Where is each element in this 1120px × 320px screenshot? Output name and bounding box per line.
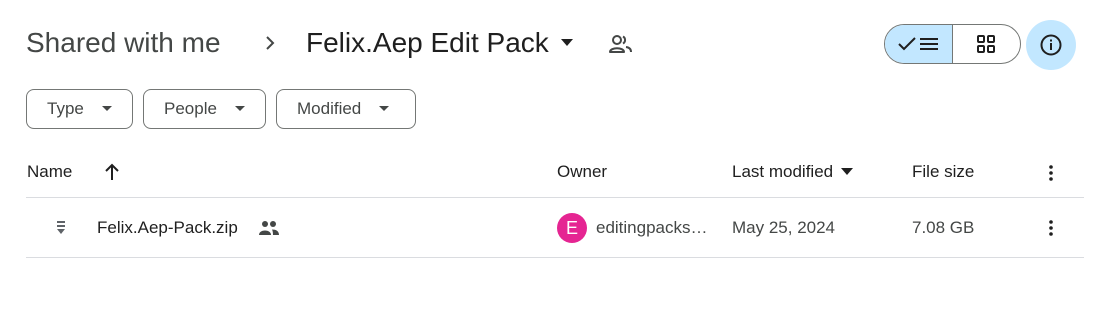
zip-file-icon <box>57 221 65 234</box>
file-table: Name Owner Last modified File size Felix… <box>26 148 1084 258</box>
file-name: Felix.Aep-Pack.zip <box>97 218 238 237</box>
caret-down-icon <box>234 106 245 111</box>
header-more-options-button[interactable] <box>1039 161 1063 185</box>
filter-people-label: People <box>164 99 217 118</box>
filter-modified-chip[interactable]: Modified <box>276 89 416 129</box>
caret-down-icon <box>101 106 112 111</box>
file-size: 7.08 GB <box>912 218 975 237</box>
more-vert-icon <box>1049 220 1053 236</box>
current-folder-title: Felix.Aep Edit Pack <box>306 27 549 58</box>
row-more-options-button[interactable] <box>1039 216 1063 240</box>
filter-chips: Type People Modified <box>26 89 416 129</box>
list-view-button[interactable] <box>885 25 953 63</box>
column-header-owner: Owner <box>557 162 608 181</box>
header: Shared with me Felix.Aep Edit Pack <box>0 0 1120 88</box>
column-header-name[interactable]: Name <box>27 162 72 182</box>
grid-view-icon <box>977 35 996 53</box>
owner-avatar: E <box>557 213 587 243</box>
filter-type-chip[interactable]: Type <box>26 89 133 129</box>
table-row[interactable]: Felix.Aep-Pack.zip E editingpacks… May 2… <box>26 198 1084 258</box>
caret-down-icon <box>841 168 854 175</box>
shared-people-icon <box>609 35 632 53</box>
list-view-icon <box>920 38 939 50</box>
last-modified-date: May 25, 2024 <box>732 218 836 237</box>
column-header-last-modified-label: Last modified <box>732 162 834 181</box>
owner-name: editingpacks… <box>596 218 708 237</box>
column-header-file-size: File size <box>912 162 975 181</box>
filter-modified-label: Modified <box>297 99 362 118</box>
arrow-up-icon[interactable] <box>104 163 120 181</box>
filter-type-label: Type <box>47 99 84 118</box>
view-toggle <box>884 24 1021 64</box>
people-icon <box>259 221 279 235</box>
filter-people-chip[interactable]: People <box>143 89 266 129</box>
table-header: Name Owner Last modified File size <box>26 148 1084 198</box>
more-vert-icon <box>1049 165 1053 181</box>
breadcrumb-shared-with-me[interactable]: Shared with me <box>26 26 221 60</box>
caret-down-icon <box>379 106 390 111</box>
grid-view-button[interactable] <box>953 25 1021 63</box>
caret-down-icon <box>560 39 573 46</box>
chevron-right-icon <box>266 36 275 50</box>
breadcrumb-current-folder[interactable]: Felix.Aep Edit Pack <box>306 26 573 60</box>
column-header-last-modified[interactable]: Last modified <box>732 162 854 182</box>
info-icon <box>1040 34 1062 56</box>
info-button[interactable] <box>1026 20 1076 70</box>
checkmark-icon <box>898 37 916 51</box>
